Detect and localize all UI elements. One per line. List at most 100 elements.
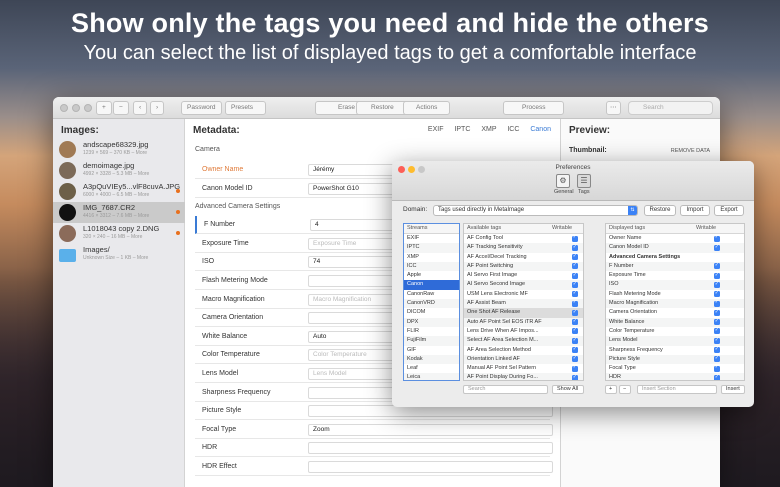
- tab-general[interactable]: General: [554, 189, 574, 195]
- writable-checkbox[interactable]: [572, 355, 578, 363]
- writable-checkbox[interactable]: [714, 364, 720, 373]
- stream-item[interactable]: FLIR: [404, 327, 459, 336]
- available-tag-item[interactable]: Select AF Area Selection M...: [464, 336, 583, 346]
- displayed-tag-item[interactable]: Exposure Time: [606, 271, 744, 280]
- stream-item[interactable]: ICC: [404, 261, 459, 272]
- writable-checkbox[interactable]: [714, 327, 720, 336]
- insert-section-input[interactable]: Insert Section: [637, 385, 717, 394]
- image-item[interactable]: Images/ Unknown Size – 1 KB – More: [53, 244, 185, 265]
- search-input[interactable]: Search: [628, 101, 713, 115]
- stream-item[interactable]: DICOM: [404, 308, 459, 317]
- tab-canon[interactable]: Canon: [530, 126, 551, 133]
- actions-button[interactable]: Actions: [403, 101, 451, 115]
- displayed-tag-item[interactable]: Picture Style: [606, 354, 744, 365]
- stream-item[interactable]: GIF: [404, 346, 459, 355]
- stream-item[interactable]: Kodak: [404, 354, 459, 365]
- available-tag-item[interactable]: Auto AF Point Sel EOS iTR AF: [464, 317, 583, 327]
- available-tag-item[interactable]: AI Servo Second Image: [464, 280, 583, 290]
- writable-checkbox[interactable]: [714, 336, 720, 345]
- tab-tags[interactable]: Tags: [578, 189, 590, 195]
- insert-button[interactable]: Insert: [721, 385, 745, 394]
- export-button[interactable]: Export: [714, 205, 744, 216]
- tab-xmp[interactable]: XMP: [481, 126, 496, 133]
- displayed-tag-item[interactable]: ISO: [606, 280, 744, 290]
- back-button[interactable]: ‹: [133, 101, 148, 115]
- writable-checkbox[interactable]: [714, 355, 720, 363]
- displayed-tag-item[interactable]: Sharpness Frequency: [606, 346, 744, 355]
- available-tag-item[interactable]: AF Accel/Decel Tracking: [464, 253, 583, 262]
- writable-checkbox[interactable]: [714, 262, 720, 270]
- close-window-button[interactable]: [60, 104, 68, 112]
- available-tag-item[interactable]: AF Assist Beam: [464, 299, 583, 309]
- field-value[interactable]: [308, 461, 553, 473]
- writable-checkbox[interactable]: [572, 262, 578, 270]
- image-item[interactable]: A3pQuVIEy5...vlF8cuvA.JPG 6000 × 4000 – …: [53, 181, 185, 202]
- presets-button[interactable]: Presets: [225, 101, 267, 115]
- displayed-tag-item[interactable]: Advanced Camera Settings: [606, 253, 744, 262]
- writable-checkbox[interactable]: [572, 308, 578, 317]
- available-tag-item[interactable]: AF Area Selection Method: [464, 346, 583, 355]
- tags-search-input[interactable]: Search: [463, 385, 548, 394]
- writable-checkbox[interactable]: [572, 318, 578, 326]
- displayed-tag-item[interactable]: Color Temperature: [606, 327, 744, 336]
- writable-checkbox[interactable]: [572, 271, 578, 280]
- writable-checkbox[interactable]: [572, 280, 578, 289]
- remove-image-button[interactable]: −: [113, 101, 129, 115]
- domain-select[interactable]: Tags used directly in MetaImage ⇅: [433, 205, 638, 216]
- writable-checkbox[interactable]: [572, 327, 578, 336]
- stream-item[interactable]: IPTC: [404, 243, 459, 253]
- displayed-tag-item[interactable]: F Number: [606, 261, 744, 272]
- stream-item[interactable]: Apple: [404, 271, 459, 280]
- writable-checkbox[interactable]: [572, 336, 578, 345]
- list-icon[interactable]: ☰: [577, 174, 591, 188]
- forward-button[interactable]: ›: [150, 101, 165, 115]
- displayed-tag-item[interactable]: White Balance: [606, 317, 744, 327]
- available-tag-item[interactable]: USM Lens Electronic MF: [464, 290, 583, 299]
- import-button[interactable]: Import: [680, 205, 710, 216]
- add-image-button[interactable]: +: [96, 101, 112, 115]
- writable-checkbox[interactable]: [572, 364, 578, 373]
- stream-item[interactable]: Canon: [404, 280, 459, 290]
- writable-checkbox[interactable]: [572, 253, 578, 261]
- writable-checkbox[interactable]: [714, 318, 720, 326]
- stream-item[interactable]: EXIF: [404, 234, 459, 243]
- image-item-selected[interactable]: IMG_7687.CR2 4416 × 3312 – 7.6 MB – More: [53, 202, 185, 223]
- show-all-select[interactable]: Show All: [552, 385, 584, 394]
- writable-checkbox[interactable]: [714, 234, 720, 243]
- writable-checkbox[interactable]: [714, 346, 720, 354]
- process-button[interactable]: Process: [503, 101, 565, 115]
- remove-data-button[interactable]: REMOVE DATA: [671, 148, 710, 154]
- available-tag-item[interactable]: AF Point Switching: [464, 261, 583, 272]
- stream-item[interactable]: FujiFilm: [404, 336, 459, 346]
- stream-item[interactable]: XMP: [404, 253, 459, 262]
- displayed-tag-item[interactable]: Macro Magnification: [606, 299, 744, 309]
- writable-checkbox[interactable]: [714, 290, 720, 298]
- available-tag-item[interactable]: Lens Drive When AF Impos...: [464, 327, 583, 336]
- stream-item[interactable]: Leaf: [404, 364, 459, 373]
- displayed-tag-item[interactable]: Canon Model ID: [606, 243, 744, 253]
- stream-item[interactable]: CanonVRD: [404, 299, 459, 309]
- available-tag-item[interactable]: Manual AF Point Sel Pattern: [464, 364, 583, 373]
- available-tag-item[interactable]: AF Tracking Sensitivity: [464, 243, 583, 253]
- add-tag-button[interactable]: +: [605, 385, 617, 394]
- available-tag-item[interactable]: Orientation Linked AF: [464, 354, 583, 365]
- zoom-window-button[interactable]: [84, 104, 92, 112]
- gear-icon[interactable]: ⚙: [556, 174, 570, 188]
- field-value[interactable]: [308, 442, 553, 455]
- writable-checkbox[interactable]: [714, 308, 720, 317]
- more-options-icon[interactable]: ⋯: [606, 101, 621, 115]
- displayed-tag-item[interactable]: Lens Model: [606, 336, 744, 346]
- image-item[interactable]: demoimage.jpg 4992 × 3328 – 5.3 MB – Mor…: [53, 160, 185, 181]
- displayed-tag-item[interactable]: Flash Metering Mode: [606, 290, 744, 299]
- writable-checkbox[interactable]: [572, 346, 578, 354]
- available-tag-item[interactable]: AI Servo First Image: [464, 271, 583, 280]
- writable-checkbox[interactable]: [572, 243, 578, 252]
- remove-tag-button[interactable]: −: [619, 385, 631, 394]
- displayed-tag-item[interactable]: Focal Type: [606, 364, 744, 373]
- displayed-tag-item[interactable]: HDR: [606, 373, 744, 380]
- image-item[interactable]: andscape68329.jpg 1239 × 569 – 370 KB – …: [53, 139, 185, 160]
- tab-icc[interactable]: ICC: [507, 126, 519, 133]
- writable-checkbox[interactable]: [572, 373, 578, 380]
- writable-checkbox[interactable]: [714, 280, 720, 289]
- password-button[interactable]: Password: [181, 101, 222, 115]
